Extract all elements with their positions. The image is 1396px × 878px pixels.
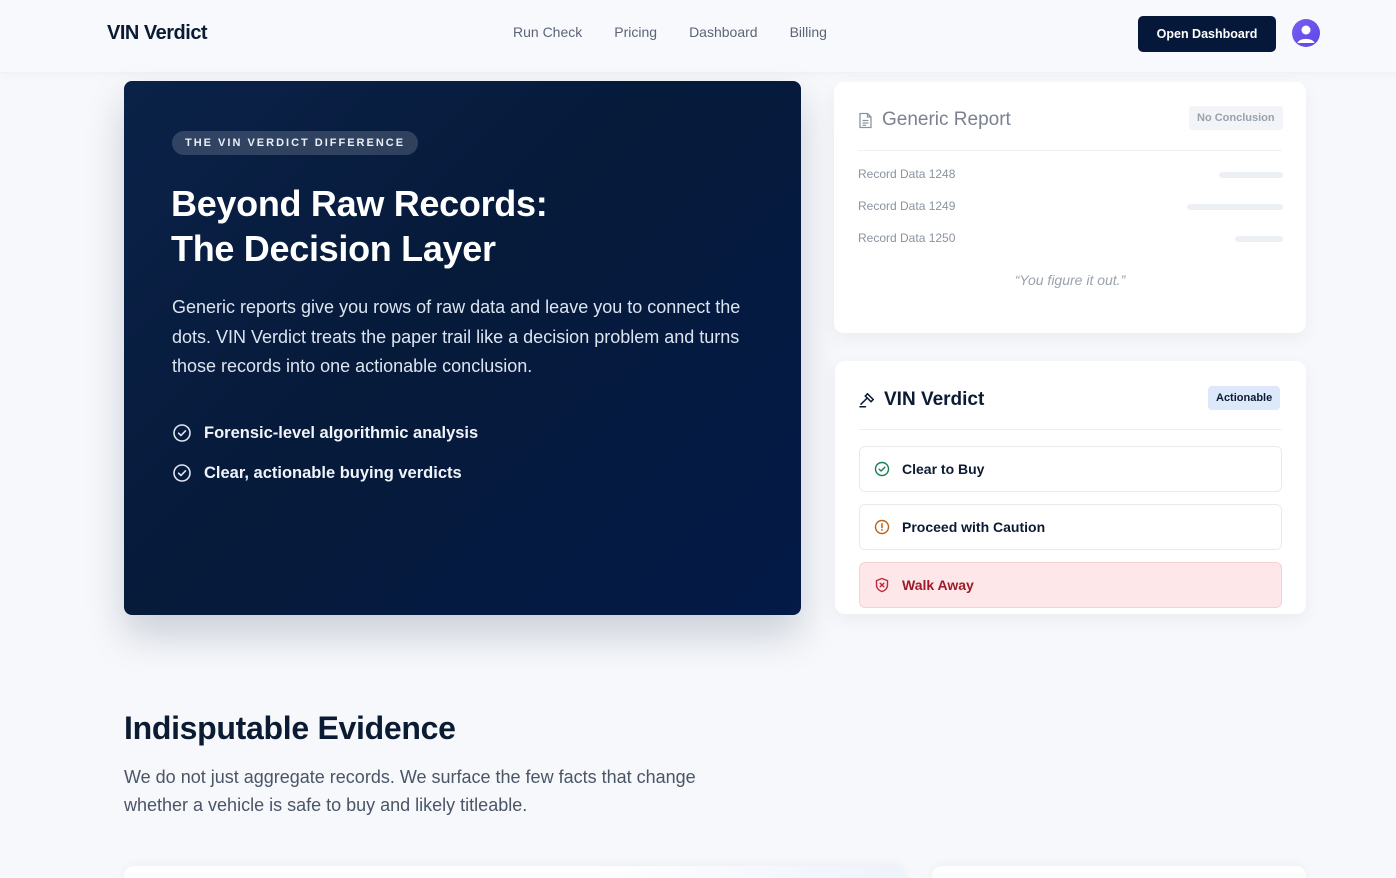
main-nav: Run Check Pricing Dashboard Billing xyxy=(513,24,859,40)
record-label: Record Data 1249 xyxy=(858,199,956,213)
gavel-icon xyxy=(859,393,874,408)
divider xyxy=(859,429,1282,430)
check-circle-icon xyxy=(173,464,191,482)
nav-billing[interactable]: Billing xyxy=(790,24,827,40)
actionable-badge: Actionable xyxy=(1208,386,1281,410)
hero-bullet-text: Forensic-level algorithmic analysis xyxy=(204,423,479,442)
check-circle-icon xyxy=(173,424,191,442)
document-icon xyxy=(859,112,872,128)
check-circle-icon xyxy=(874,461,890,477)
record-placeholder-bar xyxy=(1219,172,1283,178)
evidence-card-left xyxy=(124,866,905,878)
hero-description: Generic reports give you rows of raw dat… xyxy=(172,297,741,376)
hero-bullet: Forensic-level algorithmic analysis xyxy=(172,413,478,453)
verdict-option-proceed-with-caution[interactable]: Proceed with Caution xyxy=(859,504,1282,550)
evidence-card-right xyxy=(932,866,1306,878)
alert-circle-icon xyxy=(874,519,890,535)
hero-bullets: Forensic-level algorithmic analysis Clea… xyxy=(172,413,478,493)
brand-logo[interactable]: VIN Verdict xyxy=(107,22,208,45)
user-avatar-icon[interactable] xyxy=(1292,19,1320,47)
shield-x-icon xyxy=(875,577,889,593)
record-placeholder-bar xyxy=(1187,204,1283,210)
generic-report-title: Generic Report xyxy=(858,109,1011,131)
record-row: Record Data 1250 xyxy=(858,231,1283,247)
record-row: Record Data 1249 xyxy=(858,199,1283,215)
vin-verdict-title-text: VIN Verdict xyxy=(884,389,985,410)
open-dashboard-button[interactable]: Open Dashboard xyxy=(1138,16,1276,52)
generic-report-card: Generic Report No Conclusion Record Data… xyxy=(834,82,1306,333)
verdict-option-label: Proceed with Caution xyxy=(902,519,1046,535)
hero-eyebrow-pill: THE VIN VERDICT DIFFERENCE xyxy=(172,131,419,155)
divider xyxy=(858,150,1282,151)
vin-verdict-title: VIN Verdict xyxy=(859,389,984,411)
hero-title: Beyond Raw Records: The Decision Layer xyxy=(171,181,731,271)
verdict-option-label: Walk Away xyxy=(902,577,974,593)
record-label: Record Data 1248 xyxy=(858,167,956,181)
verdict-option-walk-away[interactable]: Walk Away xyxy=(859,562,1282,608)
hero-title-line-1: Beyond Raw Records: xyxy=(171,183,548,224)
record-placeholder-bar xyxy=(1235,236,1283,242)
nav-dashboard[interactable]: Dashboard xyxy=(689,24,758,40)
nav-run-check[interactable]: Run Check xyxy=(513,24,582,40)
record-row: Record Data 1248 xyxy=(858,167,1283,183)
generic-report-title-text: Generic Report xyxy=(882,109,1011,130)
evidence-section-title: Indisputable Evidence xyxy=(124,710,456,746)
verdict-option-label: Clear to Buy xyxy=(902,461,985,477)
hero-title-line-2: The Decision Layer xyxy=(171,228,496,269)
hero-bullet: Clear, actionable buying verdicts xyxy=(172,453,478,493)
hero-bullet-text: Clear, actionable buying verdicts xyxy=(204,463,462,482)
no-conclusion-badge: No Conclusion xyxy=(1189,106,1283,130)
verdict-option-clear-to-buy[interactable]: Clear to Buy xyxy=(859,446,1282,492)
evidence-section-description: We do not just aggregate records. We sur… xyxy=(124,767,696,815)
generic-report-quote: “You figure it out.” xyxy=(1014,272,1126,288)
hero-card: THE VIN VERDICT DIFFERENCE Beyond Raw Re… xyxy=(124,81,801,615)
top-navbar: VIN Verdict Run Check Pricing Dashboard … xyxy=(0,0,1396,73)
record-label: Record Data 1250 xyxy=(858,231,956,245)
nav-pricing[interactable]: Pricing xyxy=(614,24,657,40)
vin-verdict-card: VIN Verdict Actionable Clear to Buy Proc… xyxy=(835,361,1306,614)
